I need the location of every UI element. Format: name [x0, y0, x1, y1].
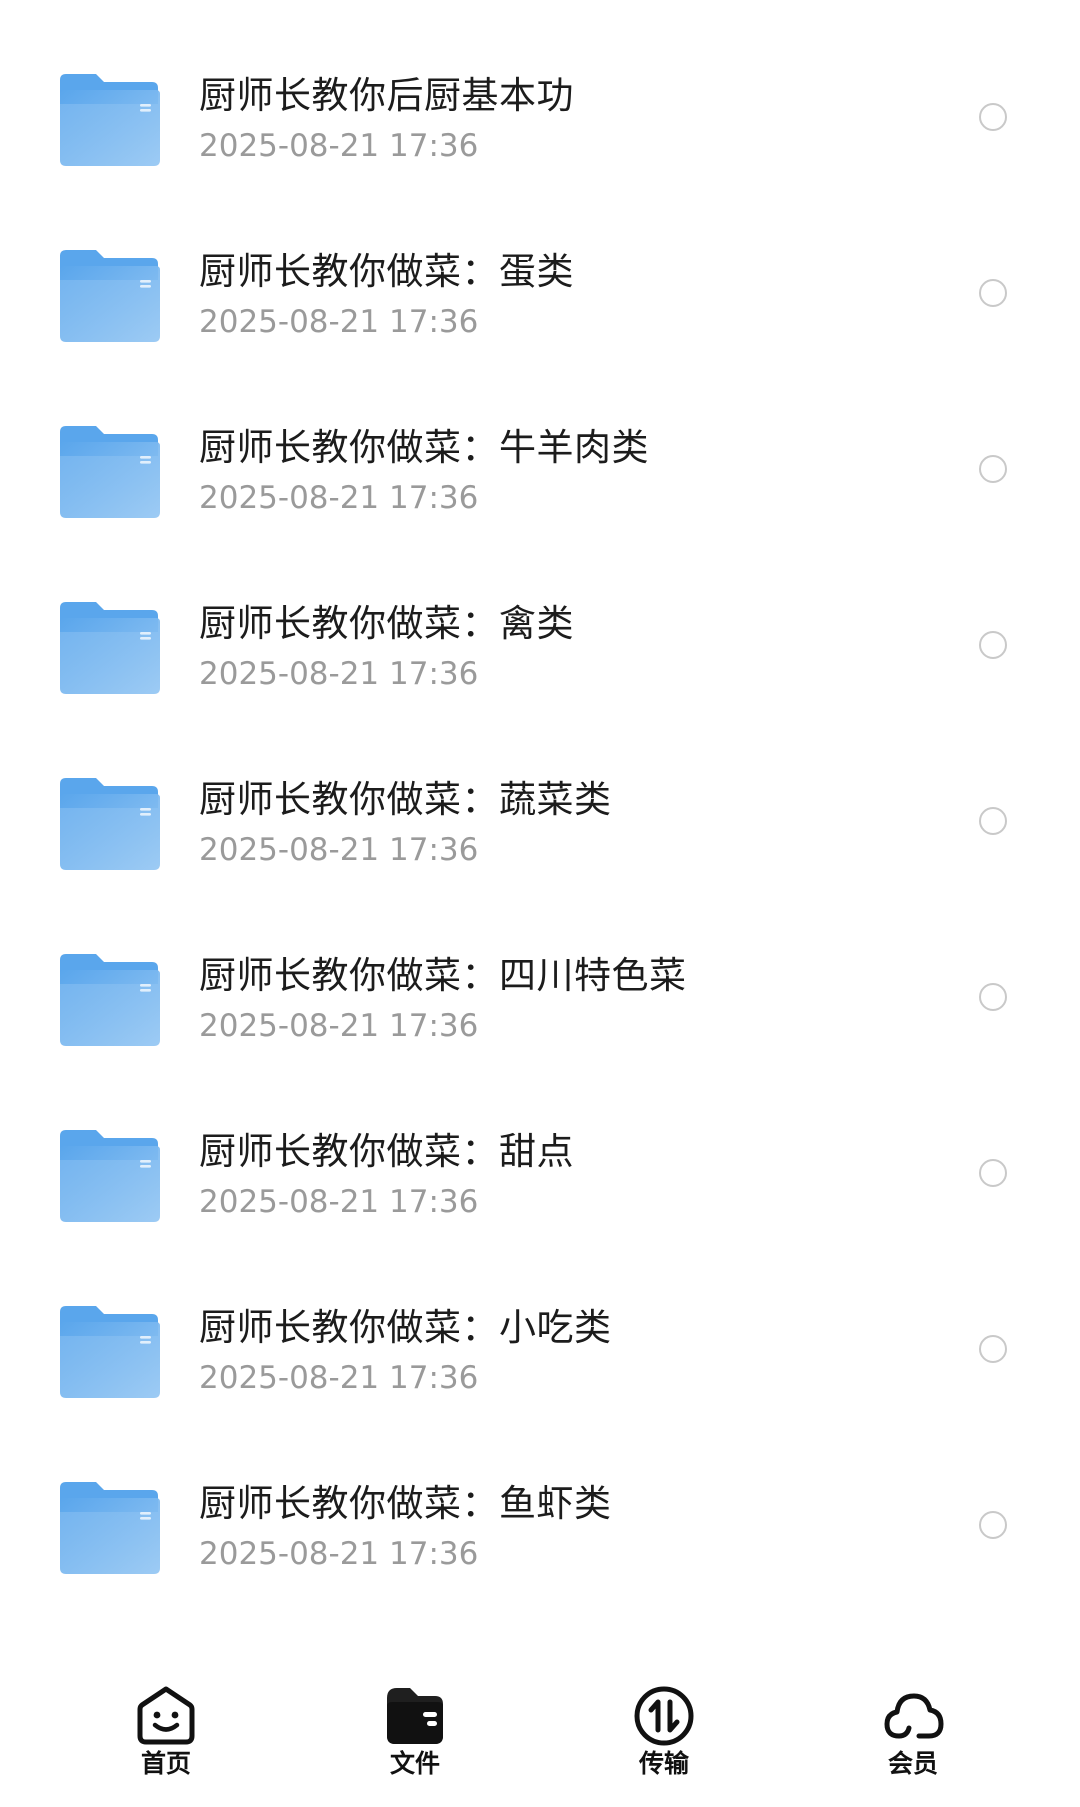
file-date: 2025-08-21 17:36	[199, 656, 479, 692]
select-checkbox[interactable]	[979, 103, 1007, 131]
file-row-1[interactable]: 厨师长教你做菜：蛋类 2025-08-21 17:36	[0, 176, 1080, 352]
cloud-icon	[881, 1684, 945, 1748]
file-date: 2025-08-21 17:36	[199, 832, 479, 868]
select-checkbox[interactable]	[979, 455, 1007, 483]
file-date: 2025-08-21 17:36	[199, 1360, 479, 1396]
file-row-8[interactable]: 厨师长教你做菜：鱼虾类 2025-08-21 17:36	[0, 1408, 1080, 1584]
file-name: 厨师长教你后厨基本功	[199, 74, 574, 117]
folder-icon	[60, 1306, 160, 1398]
bottom-tab-bar: 首页 文件 传输 会员	[0, 1660, 1080, 1807]
file-name: 厨师长教你做菜：蛋类	[199, 250, 574, 293]
select-checkbox[interactable]	[979, 1511, 1007, 1539]
tab-transfer[interactable]: 传输	[594, 1684, 734, 1794]
select-checkbox[interactable]	[979, 1335, 1007, 1363]
folder-icon	[60, 426, 160, 518]
tab-label: 首页	[140, 1749, 191, 1778]
transfer-arrows-icon	[632, 1684, 696, 1748]
file-name: 厨师长教你做菜：甜点	[199, 1130, 574, 1173]
folder-icon	[60, 778, 160, 870]
file-date: 2025-08-21 17:36	[199, 1184, 479, 1220]
file-date: 2025-08-21 17:36	[199, 304, 479, 340]
tab-member[interactable]: 会员	[843, 1684, 983, 1794]
file-date: 2025-08-21 17:36	[199, 1008, 479, 1044]
file-name: 厨师长教你做菜：小吃类	[199, 1306, 612, 1349]
folder-icon	[60, 602, 160, 694]
select-checkbox[interactable]	[979, 807, 1007, 835]
file-row-3[interactable]: 厨师长教你做菜：禽类 2025-08-21 17:36	[0, 528, 1080, 704]
file-name: 厨师长教你做菜：牛羊肉类	[199, 426, 649, 469]
file-date: 2025-08-21 17:36	[199, 128, 479, 164]
home-face-icon	[134, 1684, 198, 1748]
tab-home[interactable]: 首页	[96, 1684, 236, 1794]
folder-icon	[60, 954, 160, 1046]
file-row-4[interactable]: 厨师长教你做菜：蔬菜类 2025-08-21 17:36	[0, 704, 1080, 880]
tab-label: 会员	[887, 1749, 938, 1778]
file-row-5[interactable]: 厨师长教你做菜：四川特色菜 2025-08-21 17:36	[0, 880, 1080, 1056]
select-checkbox[interactable]	[979, 631, 1007, 659]
tab-label: 文件	[389, 1749, 440, 1778]
tab-label: 传输	[638, 1749, 689, 1778]
file-name: 厨师长教你做菜：禽类	[199, 602, 574, 645]
file-date: 2025-08-21 17:36	[199, 1536, 479, 1572]
tab-files[interactable]: 文件	[345, 1684, 485, 1794]
wallet-folder-icon	[383, 1684, 447, 1748]
folder-icon	[60, 74, 160, 166]
file-row-0[interactable]: 厨师长教你后厨基本功 2025-08-21 17:36	[0, 0, 1080, 176]
file-name: 厨师长教你做菜：蔬菜类	[199, 778, 612, 821]
file-name: 厨师长教你做菜：鱼虾类	[199, 1482, 612, 1525]
select-checkbox[interactable]	[979, 983, 1007, 1011]
file-row-6[interactable]: 厨师长教你做菜：甜点 2025-08-21 17:36	[0, 1056, 1080, 1232]
folder-icon	[60, 1130, 160, 1222]
file-row-7[interactable]: 厨师长教你做菜：小吃类 2025-08-21 17:36	[0, 1232, 1080, 1408]
file-date: 2025-08-21 17:36	[199, 480, 479, 516]
file-name: 厨师长教你做菜：四川特色菜	[199, 954, 687, 997]
select-checkbox[interactable]	[979, 279, 1007, 307]
file-row-2[interactable]: 厨师长教你做菜：牛羊肉类 2025-08-21 17:36	[0, 352, 1080, 528]
file-list: 厨师长教你后厨基本功 2025-08-21 17:36 厨师长教你做菜：蛋类 2…	[0, 0, 1080, 1640]
folder-icon	[60, 1482, 160, 1574]
folder-icon	[60, 250, 160, 342]
select-checkbox[interactable]	[979, 1159, 1007, 1187]
